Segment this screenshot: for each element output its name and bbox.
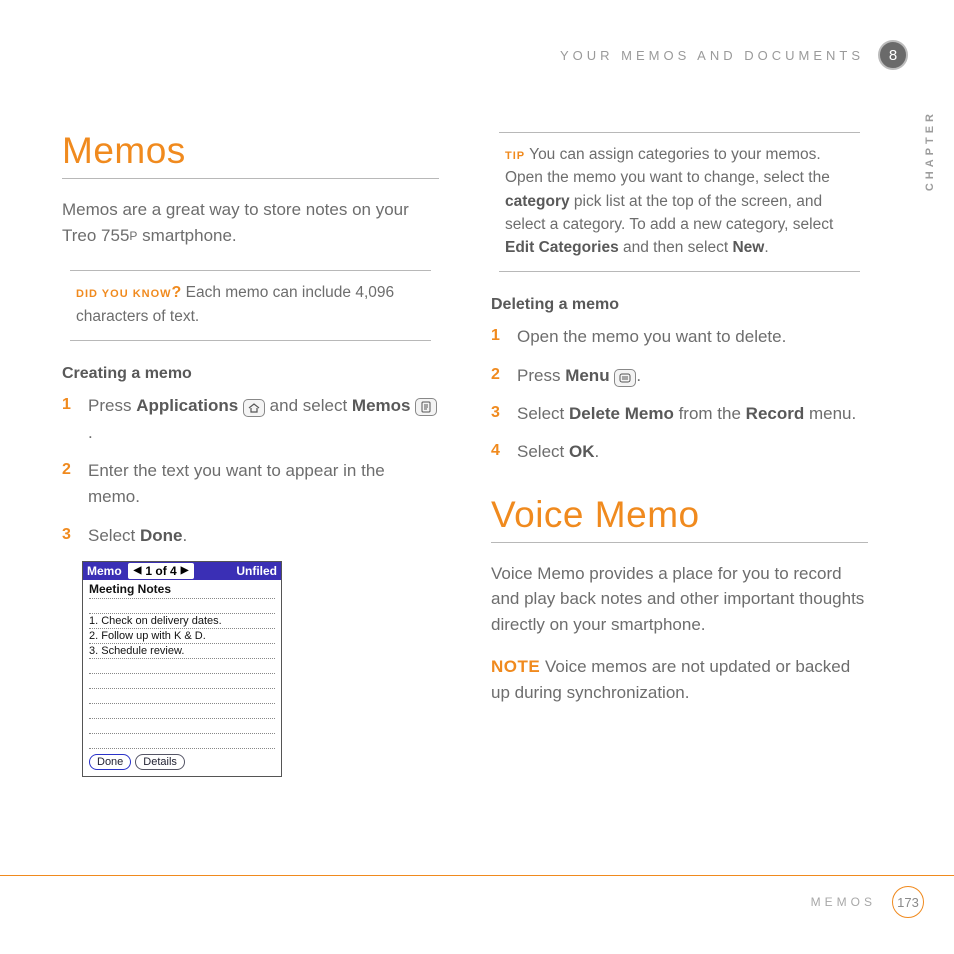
footer-rule: [0, 875, 954, 876]
voice-memo-intro: Voice Memo provides a place for you to r…: [491, 561, 868, 638]
memo-buttons: Done Details: [83, 750, 281, 776]
memo-line: [89, 734, 275, 749]
note-text: Voice memos are not updated or backed up…: [491, 657, 850, 702]
details-button: Details: [135, 754, 185, 770]
dyk-qmark: ?: [172, 284, 182, 301]
memo-category: Unfiled: [232, 564, 281, 578]
memo-titlebar: Memo ◀ 1 of 4 ▶ Unfiled: [83, 562, 281, 580]
deleting-memo-subhead: Deleting a memo: [491, 296, 868, 314]
section-name: YOUR MEMOS AND DOCUMENTS: [560, 48, 864, 63]
memo-line: [89, 659, 275, 674]
chapter-label: CHAPTER: [924, 110, 936, 191]
step-3: Select Done.: [62, 523, 439, 549]
prev-icon: ◀: [134, 565, 142, 576]
footer: MEMOS 173: [0, 875, 954, 918]
rule: [491, 542, 868, 543]
intro-b: smartphone.: [137, 226, 236, 245]
memo-line: 3. Schedule review.: [89, 644, 275, 659]
memo-line: [89, 674, 275, 689]
dstep-4: Select OK.: [491, 439, 868, 465]
tip-label: TIP: [505, 150, 525, 162]
memo-counter: 1 of 4: [145, 564, 176, 578]
memo-title: Meeting Notes: [89, 582, 275, 599]
left-column: Memos Memos are a great way to store not…: [62, 130, 439, 777]
did-you-know-callout: DID YOU KNOW? Each memo can include 4,09…: [70, 270, 431, 341]
page: YOUR MEMOS AND DOCUMENTS 8 CHAPTER Memos…: [62, 40, 924, 914]
rule: [62, 178, 439, 179]
heading-voice-memo: Voice Memo: [491, 494, 868, 536]
create-steps: Press Applications and select Memos . En…: [62, 393, 439, 549]
dstep-3: Select Delete Memo from the Record menu.: [491, 401, 868, 427]
chapter-badge: 8: [878, 40, 908, 70]
note-label: NOTE: [491, 657, 540, 676]
intro-text: Memos are a great way to store notes on …: [62, 197, 439, 248]
dstep-2: Press Menu .: [491, 363, 868, 389]
footer-label: MEMOS: [811, 895, 876, 909]
home-icon: [243, 399, 265, 417]
voice-memo-note: NOTE Voice memos are not updated or back…: [491, 654, 868, 705]
memo-line: [89, 719, 275, 734]
memo-line: 2. Follow up with K & D.: [89, 629, 275, 644]
memo-line: 1. Check on delivery dates.: [89, 614, 275, 629]
step-2: Enter the text you want to appear in the…: [62, 458, 439, 511]
tip-a: You can assign categories to your memos.…: [505, 146, 830, 186]
memo-line: [89, 704, 275, 719]
memos-icon: [415, 398, 437, 416]
heading-memos: Memos: [62, 130, 439, 172]
memo-line: [89, 599, 275, 614]
next-icon: ▶: [181, 565, 189, 576]
memo-app-screenshot: Memo ◀ 1 of 4 ▶ Unfiled Meeting Notes 1.…: [82, 561, 282, 777]
memo-app-name: Memo: [83, 564, 126, 578]
memo-nav: ◀ 1 of 4 ▶: [128, 563, 195, 579]
menu-icon: [614, 369, 636, 387]
memo-line: [89, 689, 275, 704]
header: YOUR MEMOS AND DOCUMENTS 8: [560, 40, 908, 70]
done-button: Done: [89, 754, 131, 770]
right-column: TIP You can assign categories to your me…: [491, 130, 868, 777]
dyk-label: DID YOU KNOW: [76, 288, 172, 300]
creating-memo-subhead: Creating a memo: [62, 365, 439, 383]
step-1: Press Applications and select Memos .: [62, 393, 439, 446]
dstep-1: Open the memo you want to delete.: [491, 324, 868, 350]
columns: Memos Memos are a great way to store not…: [62, 130, 868, 777]
delete-steps: Open the memo you want to delete. Press …: [491, 324, 868, 465]
tip-callout: TIP You can assign categories to your me…: [499, 132, 860, 272]
page-number: 173: [892, 886, 924, 918]
memo-body: Meeting Notes 1. Check on delivery dates…: [83, 580, 281, 750]
